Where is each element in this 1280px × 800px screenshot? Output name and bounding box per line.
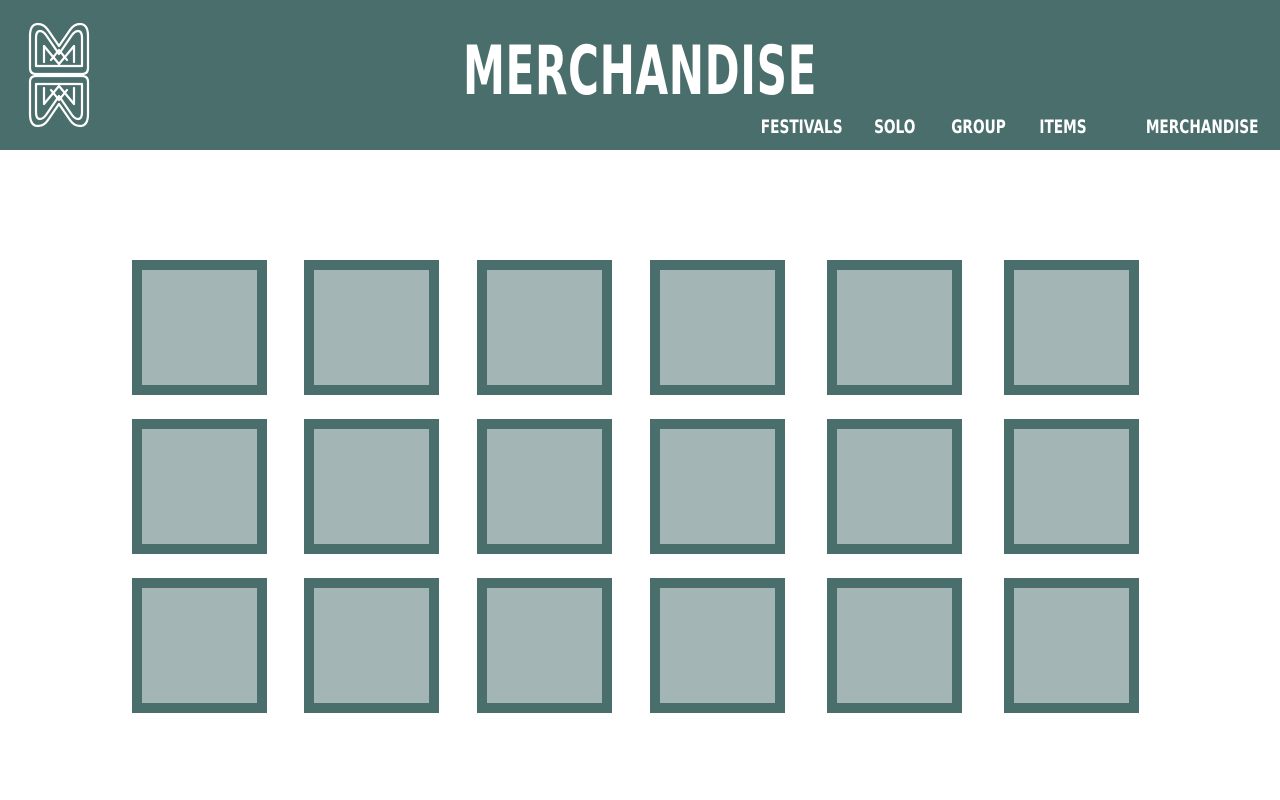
merchandise-tile[interactable] — [477, 419, 612, 554]
merchandise-tile[interactable] — [132, 578, 267, 713]
merchandise-tile[interactable] — [477, 260, 612, 395]
merchandise-tile[interactable] — [650, 260, 785, 395]
merchandise-tile[interactable] — [827, 419, 962, 554]
nav-link-festivals[interactable]: FESTIVALS — [729, 112, 843, 142]
nav-link-merchandise-label: MERCHANDISE — [1145, 116, 1258, 138]
nav-link-solo[interactable]: SOLO — [858, 112, 915, 142]
nav-link-items-label: ITEMS — [1039, 116, 1087, 138]
page-title: MERCHANDISE — [462, 32, 818, 111]
header-bar: MERCHANDISE FESTIVALS SOLO GROUP ITEMS M… — [0, 0, 1280, 150]
merchandise-tile[interactable] — [650, 419, 785, 554]
nav-link-solo-label: SOLO — [873, 116, 916, 138]
nav-link-group-label: GROUP — [951, 116, 1006, 138]
merchandise-tile[interactable] — [304, 260, 439, 395]
merchandise-tile[interactable] — [304, 578, 439, 713]
nav-link-items[interactable]: ITEMS — [1021, 112, 1087, 142]
logo-icon[interactable] — [24, 20, 94, 130]
merchandise-tile[interactable] — [1004, 419, 1139, 554]
merchandise-tile[interactable] — [1004, 578, 1139, 713]
merchandise-tile[interactable] — [304, 419, 439, 554]
merchandise-tile[interactable] — [132, 260, 267, 395]
merchandise-tile[interactable] — [132, 419, 267, 554]
merchandise-tile[interactable] — [650, 578, 785, 713]
merchandise-tile[interactable] — [827, 260, 962, 395]
nav-link-merchandise[interactable]: MERCHANDISE — [1102, 112, 1258, 142]
main-nav: FESTIVALS SOLO GROUP ITEMS MERCHANDISE — [729, 112, 1258, 142]
nav-link-festivals-label: FESTIVALS — [760, 116, 843, 138]
merchandise-tile[interactable] — [827, 578, 962, 713]
merchandise-tile[interactable] — [1004, 260, 1139, 395]
nav-link-group[interactable]: GROUP — [930, 112, 1006, 142]
merchandise-tile[interactable] — [477, 578, 612, 713]
